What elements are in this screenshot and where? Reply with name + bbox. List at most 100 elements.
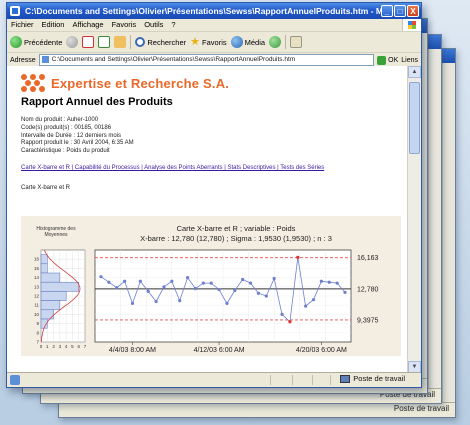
status-bar: Poste de travail (7, 372, 421, 387)
status-cell (270, 375, 271, 385)
media-button[interactable]: Média (230, 36, 265, 48)
data-point (225, 301, 229, 305)
toolbar: Précédente Rechercher ★ Favoris Média (7, 32, 421, 53)
status-cell (312, 375, 313, 385)
windows-logo-icon (402, 19, 421, 31)
section-label: Carte X-barre et R (21, 185, 71, 191)
x-tick-label: 4/12/03 6:00 AM (194, 347, 245, 354)
control-chart: 161514131211109870 1 2 3 4 5 6 716,16312,7809,3… (34, 249, 379, 354)
toolbar-separator (130, 35, 132, 49)
data-point (304, 304, 308, 308)
data-point (115, 286, 119, 290)
histogram-bar (40, 263, 48, 274)
page-content: Expertise et Recherche S.A. Rapport Annu… (7, 66, 408, 373)
home-icon[interactable] (114, 36, 127, 48)
control-limit-label: 16,163 (357, 255, 379, 262)
menu-edit[interactable]: Edition (42, 19, 65, 31)
menu-favorites[interactable]: Favoris (112, 19, 137, 31)
histogram-x-tick-label: 7 (84, 344, 87, 349)
toolbar-separator (285, 35, 287, 49)
histogram-y-tick-label: 10 (34, 312, 40, 317)
minimize-button[interactable]: _ (381, 5, 393, 17)
report-section-links[interactable]: Carte X-barre et R | Capabilité du Proce… (21, 165, 324, 171)
data-point (233, 288, 237, 293)
data-point (217, 287, 221, 292)
x-tick-label: 4/4/03 8:00 AM (109, 347, 156, 354)
close-button[interactable]: X (407, 5, 419, 17)
histogram-y-tick-label: 15 (34, 266, 40, 271)
meta-characteristic: Caractéristique : Poids du produit (21, 148, 110, 155)
forward-button[interactable] (66, 36, 79, 48)
security-zone: Poste de travail (340, 374, 405, 383)
histogram-y-tick-label: 11 (34, 303, 39, 308)
address-label: Adresse (10, 56, 36, 64)
status-cell (292, 375, 293, 385)
data-point (209, 281, 213, 285)
data-point (248, 281, 253, 285)
data-point (280, 312, 284, 316)
histogram-y-tick-label: 8 (36, 330, 39, 335)
x-tick-label: 4/20/03 6:00 AM (296, 347, 347, 354)
histogram-y-tick-label: 16 (34, 257, 40, 262)
data-point (264, 294, 268, 298)
links-button[interactable]: Liens (401, 57, 421, 64)
search-icon (135, 37, 146, 47)
menu-bar: Fichier Edition Affichage Favoris Outils… (7, 19, 421, 32)
meta-product-codes: Code(s) produit(s) : 00185, 00186 (21, 124, 112, 131)
data-point (335, 281, 339, 285)
histogram-bar (40, 254, 48, 265)
scroll-thumb[interactable] (409, 82, 420, 154)
data-point (256, 291, 261, 295)
data-point (154, 299, 158, 304)
go-button[interactable]: OK (377, 55, 398, 65)
product-metadata: Nom du produit : Auher-1000 Code(s) prod… (21, 117, 134, 156)
page-title: Rapport Annuel des Produits (21, 96, 173, 108)
histogram-bar (40, 272, 61, 283)
data-point (311, 298, 316, 302)
histogram-bar (40, 281, 79, 292)
histogram-y-tick-label: 12 (34, 294, 40, 299)
vertical-scrollbar[interactable]: ▲ ▼ (407, 66, 421, 373)
scroll-up-icon[interactable]: ▲ (408, 66, 421, 78)
data-point (327, 280, 331, 284)
data-point (241, 277, 245, 282)
history-icon[interactable] (269, 36, 282, 48)
status-cell (330, 375, 331, 385)
data-point (170, 279, 174, 283)
stop-icon[interactable] (82, 36, 95, 48)
ie-icon (10, 6, 20, 16)
refresh-icon[interactable] (98, 36, 111, 48)
histogram-y-tick-label: 14 (34, 275, 40, 280)
media-icon (230, 36, 243, 48)
histogram-bar (40, 291, 67, 301)
histogram-bar (40, 300, 61, 311)
menu-tools[interactable]: Outils (144, 19, 163, 31)
meta-report-date: Rapport produit le : 30 Avril 2004, 6:35… (21, 140, 134, 147)
page-status-icon (10, 375, 20, 385)
control-limit-label: 9,3975 (357, 317, 379, 324)
window-title: C:\Documents and Settings\Olivier\Présen… (25, 6, 406, 16)
histogram-x-tick-label: 5 (71, 344, 74, 349)
data-point (288, 320, 292, 324)
address-input[interactable]: C:\Documents and Settings\Olivier\Présen… (38, 54, 375, 66)
menu-file[interactable]: Fichier (11, 19, 34, 31)
company-name: Expertise et Recherche S.A. (51, 75, 230, 91)
histogram-x-tick-label: 6 (77, 344, 80, 349)
menu-help[interactable]: ? (171, 19, 175, 31)
search-button[interactable]: Rechercher (135, 37, 186, 47)
meta-interval: Intervalle de Durée : 12 derniers mois (21, 132, 122, 139)
maximize-button[interactable]: □ (394, 5, 406, 17)
meta-product-name: Nom du produit : Auher-1000 (21, 117, 99, 123)
back-button[interactable]: Précédente (10, 36, 62, 48)
data-point (138, 279, 142, 283)
data-point (146, 289, 150, 293)
title-bar[interactable]: C:\Documents and Settings\Olivier\Présen… (7, 3, 421, 19)
histogram-x-tick-label: 4 (65, 344, 68, 349)
histogram-x-tick-label: 3 (59, 344, 62, 349)
favorites-button[interactable]: ★ Favoris (190, 37, 226, 48)
mail-icon[interactable] (290, 36, 303, 48)
data-point (162, 285, 166, 289)
data-point (193, 287, 198, 291)
page-icon (41, 56, 49, 63)
menu-view[interactable]: Affichage (72, 19, 103, 31)
